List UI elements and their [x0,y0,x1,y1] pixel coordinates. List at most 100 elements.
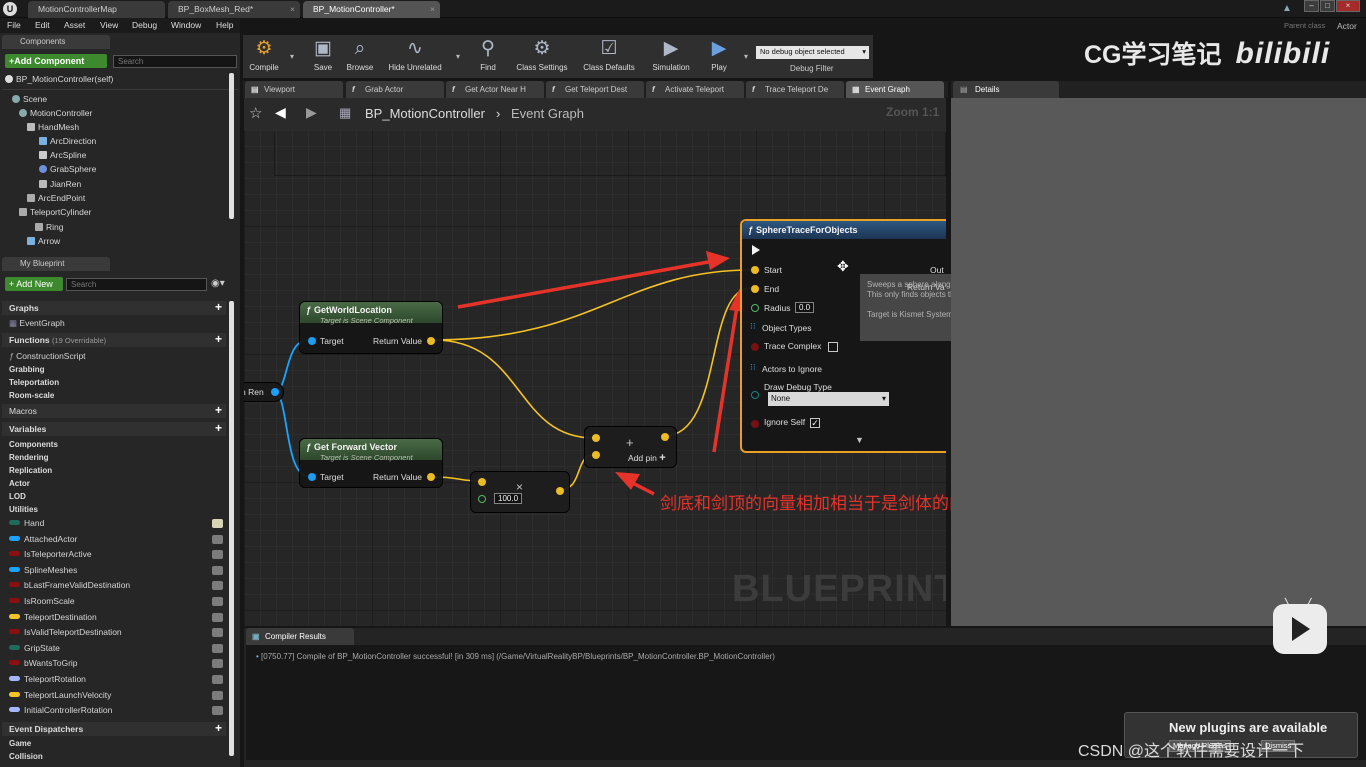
target-pin[interactable] [308,473,316,481]
variable-item[interactable]: bLastFrameValidDestination [9,579,130,592]
menu-view[interactable]: View [100,20,118,30]
event-dispatchers-section[interactable]: Event Dispatchers + [2,722,226,736]
get-world-location-node[interactable]: ƒ GetWorldLocation Target is Scene Compon… [299,301,443,354]
notification-icon[interactable]: ▲ [1282,3,1292,14]
tab-details[interactable]: ▤ Details [953,81,1059,98]
variable-item[interactable]: SplineMeshes [9,564,77,577]
component-self[interactable]: BP_MotionController(self) [5,73,113,85]
view-options-icon[interactable]: ◉▾ [211,278,225,289]
tab-compiler-results[interactable]: ▣ Compiler Results [246,628,354,645]
doc-tab-motion-controller[interactable]: BP_MotionController* × [303,1,440,18]
visibility-eye-icon[interactable] [212,706,223,716]
multiply-input-pin[interactable] [478,478,486,486]
visibility-eye-icon[interactable] [212,690,223,700]
browse-button[interactable]: ⌕ Browse [343,35,377,78]
menu-file[interactable]: File [7,20,21,30]
trace-complex-checkbox[interactable] [828,342,838,352]
visibility-eye-icon[interactable] [212,581,223,591]
exec-input-pin[interactable] [752,245,760,255]
simulation-button[interactable]: ▶ Simulation [647,35,695,78]
return-value-pin[interactable] [427,473,435,481]
variable-item[interactable]: bWantsToGrip [9,657,78,670]
return-value-pin[interactable] [427,337,435,345]
variable-item[interactable]: TeleportLaunchVelocity [9,689,111,702]
visibility-eye-icon[interactable] [212,565,223,575]
component-motion-controller[interactable]: MotionController [19,107,92,119]
components-scrollbar[interactable] [229,73,234,219]
dispatcher-category-game[interactable]: Game [9,739,31,748]
functions-section[interactable]: Functions (19 Overridable) + [2,333,226,347]
close-icon[interactable]: × [430,1,435,17]
blueprint-scrollbar[interactable] [229,301,234,756]
add-new-button[interactable]: + Add New [5,277,63,291]
tab-event-graph[interactable]: ▦ Event Graph [846,81,944,98]
component-arrow[interactable]: Arrow [27,235,60,247]
function-category-room-scale[interactable]: Room-scale [9,391,54,400]
variable-item[interactable]: IsRoomScale [9,595,75,608]
visibility-eye-icon[interactable] [212,550,223,560]
array-pin-icon[interactable]: ⁝⁝ [750,362,756,373]
add-input-a-pin[interactable] [592,434,600,442]
component-arc-spline[interactable]: ArcSpline [39,149,86,161]
tab-trace-teleport-dest[interactable]: f Trace Teleport De [746,81,844,98]
components-panel-tab[interactable]: Components [2,35,110,49]
dispatcher-category-collision[interactable]: Collision [9,752,43,761]
tab-grab-actor[interactable]: f Grab Actor [346,81,444,98]
compile-options-button[interactable]: ▾ [287,35,297,78]
component-search-input[interactable]: Search [113,55,237,68]
add-output-pin[interactable] [661,433,669,441]
variable-item[interactable]: TeleportDestination [9,611,97,624]
variable-item[interactable]: GripState [9,642,60,655]
doc-tab-map[interactable]: MotionControllerMap [28,1,165,18]
trace-complex-pin[interactable] [751,343,759,351]
video-play-button[interactable]: ╲ ╱ [1273,598,1327,654]
variable-category[interactable]: Replication [9,466,52,475]
get-forward-vector-node[interactable]: ƒ Get Forward Vector Target is Scene Comp… [299,438,443,488]
multiply-node[interactable]: × 100.0 [470,471,570,513]
play-button[interactable]: ▶ Play [703,35,735,78]
maximize-button[interactable]: □ [1320,0,1335,12]
variable-category[interactable]: Actor [9,479,30,488]
play-options-button[interactable]: ▾ [741,35,751,78]
function-category-grabbing[interactable]: Grabbing [9,365,45,374]
my-blueprint-panel-tab[interactable]: My Blueprint [2,257,110,271]
compile-button[interactable]: ⚙ Compile [245,35,283,78]
event-graph-item[interactable]: ▦ EventGraph [9,317,65,330]
visibility-eye-icon[interactable] [212,519,223,528]
blueprint-search-input[interactable]: Search [66,278,207,291]
array-pin-icon[interactable]: ⁝⁝ [750,321,756,332]
radius-value-input[interactable]: 0.0 [795,302,815,313]
jian-ren-variable-node[interactable]: n Ren [244,382,284,402]
debug-object-select[interactable]: No debug object selected ▾ [756,46,869,59]
add-input-b-pin[interactable] [592,451,600,459]
multiply-value-input[interactable]: 100.0 [494,493,523,504]
visibility-eye-icon[interactable] [212,675,223,684]
visibility-eye-icon[interactable] [212,612,223,622]
compile-message[interactable]: [0750.77] Compile of BP_MotionController… [261,652,775,661]
multiply-output-pin[interactable] [556,487,564,495]
component-arc-direction[interactable]: ArcDirection [39,135,96,147]
add-node[interactable]: + Add pin + [584,426,677,468]
target-pin[interactable] [308,337,316,345]
add-component-button[interactable]: +Add Component [5,54,107,68]
graphs-section[interactable]: Graphs + [2,301,226,315]
component-teleport-cylinder[interactable]: TeleportCylinder [19,206,91,218]
class-settings-button[interactable]: ⚙ Class Settings [511,35,573,78]
variables-section[interactable]: Variables + [2,422,226,436]
close-window-button[interactable]: × [1336,0,1360,12]
construction-script-item[interactable]: ƒ ConstructionScript [9,350,86,363]
add-function-icon[interactable]: + [215,333,222,346]
menu-edit[interactable]: Edit [35,20,50,30]
component-scene[interactable]: Scene [12,93,47,105]
doc-tab-boxmesh[interactable]: BP_BoxMesh_Red* × [168,1,300,18]
close-icon[interactable]: × [290,1,295,17]
visibility-eye-icon[interactable] [212,597,223,606]
add-dispatcher-icon[interactable]: + [215,722,222,735]
variable-category[interactable]: Rendering [9,453,49,462]
multiply-scalar-pin[interactable] [478,495,486,503]
variable-category[interactable]: LOD [9,492,26,501]
variable-item[interactable]: TeleportRotation [9,673,86,686]
minimize-button[interactable]: – [1304,0,1319,12]
tab-get-teleport-dest[interactable]: f Get Teleport Dest [546,81,644,98]
variable-category[interactable]: Utilities [9,505,38,514]
